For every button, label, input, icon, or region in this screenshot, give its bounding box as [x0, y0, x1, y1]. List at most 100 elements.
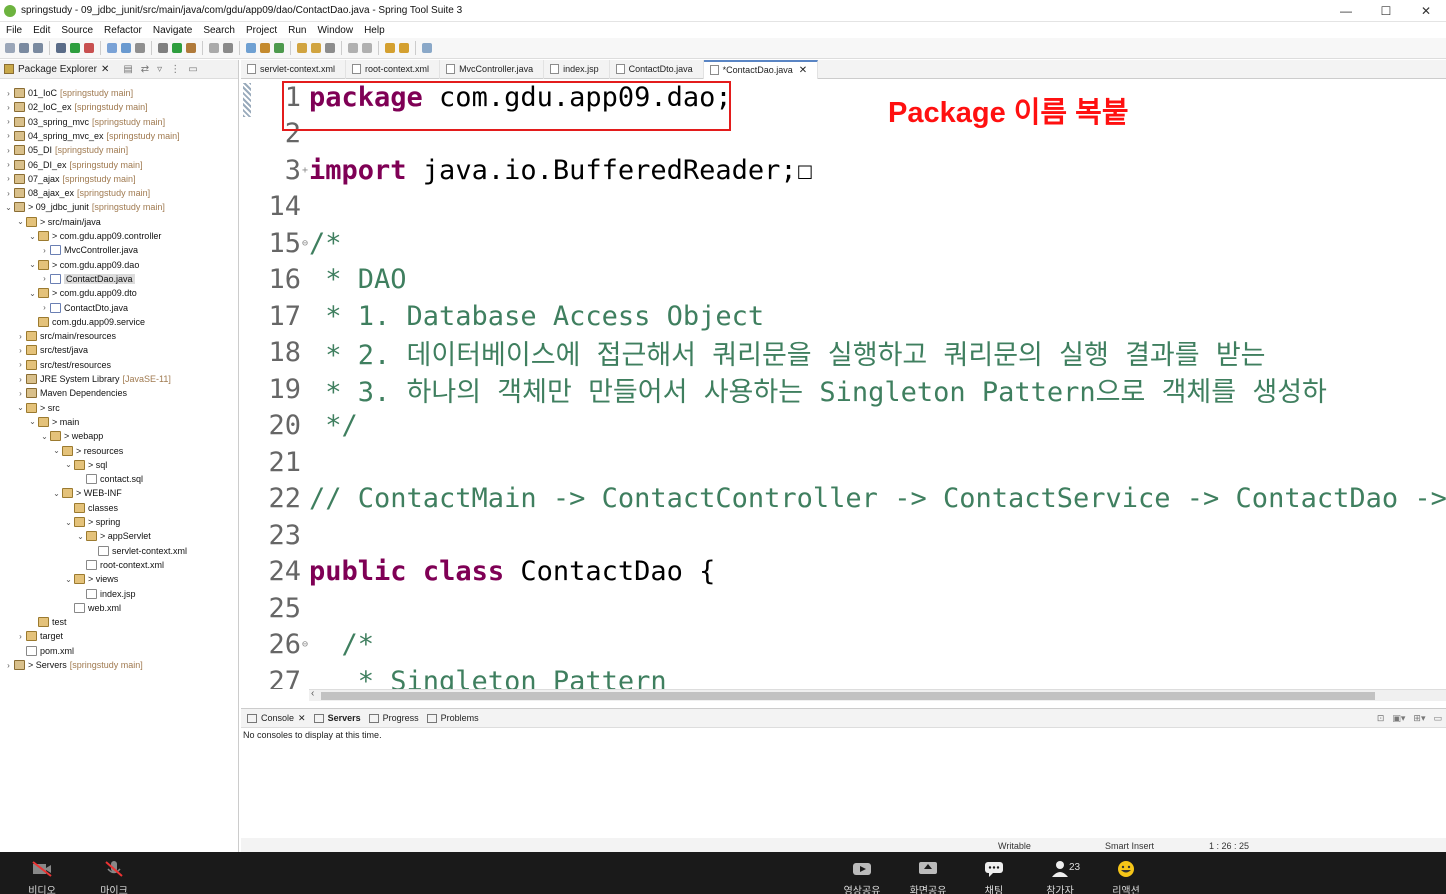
tree-item[interactable]: ⌄ > views	[64, 572, 118, 586]
collapsed-chevron-icon[interactable]: ›	[40, 303, 49, 312]
tab-progress[interactable]: Progress	[367, 713, 425, 723]
video-button[interactable]: 비디오	[12, 860, 72, 894]
tree-item[interactable]: pom.xml	[16, 644, 74, 658]
scrollbar-thumb[interactable]	[321, 692, 1375, 700]
menu-source[interactable]: Source	[55, 25, 98, 36]
expanded-chevron-icon[interactable]: ⌄	[4, 203, 13, 212]
collapsed-chevron-icon[interactable]: ›	[40, 274, 49, 283]
back-icon[interactable]	[385, 43, 395, 53]
collapsed-chevron-icon[interactable]: ›	[16, 389, 25, 398]
tree-item[interactable]: › src/test/resources	[16, 358, 111, 372]
code-editor[interactable]: 1 package com.gdu.app09.dao; 2 3 + import jav…	[241, 79, 1446, 689]
tab-index-jsp[interactable]: index.jsp	[544, 59, 610, 79]
close-button[interactable]: ✕	[1406, 4, 1446, 18]
maximize-button[interactable]: ☐	[1366, 4, 1406, 18]
display-console-icon[interactable]: ▣▾	[1392, 713, 1405, 724]
chat-button[interactable]: 채팅	[964, 860, 1024, 894]
expanded-chevron-icon[interactable]: ⌄	[28, 232, 37, 241]
prev-annotation-icon[interactable]	[362, 43, 372, 53]
new-icon[interactable]	[5, 43, 15, 53]
reaction-button[interactable]: 리액션	[1096, 860, 1156, 894]
tree-item[interactable]: ⌄ > com.gdu.app09.dao	[28, 258, 139, 272]
expanded-chevron-icon[interactable]: ⌄	[40, 432, 49, 441]
close-icon[interactable]: ✕	[101, 64, 109, 75]
collapsed-chevron-icon[interactable]: ›	[16, 375, 25, 384]
tab-root-context-xml[interactable]: root-context.xml	[346, 59, 441, 79]
collapsed-chevron-icon[interactable]: ›	[4, 174, 13, 183]
open-console-icon[interactable]: ⊞▾	[1413, 713, 1425, 724]
terminal-icon[interactable]	[56, 43, 66, 53]
tree-item[interactable]: › src/test/java	[16, 343, 88, 357]
expanded-chevron-icon[interactable]: ⌄	[64, 518, 73, 527]
tab-mvccontroller-java[interactable]: MvcController.java	[440, 59, 545, 79]
run-icon[interactable]	[172, 43, 182, 53]
debug-icon[interactable]	[158, 43, 168, 53]
new-java-project-icon[interactable]	[246, 43, 256, 53]
collapsed-chevron-icon[interactable]: ›	[4, 89, 13, 98]
menu-project[interactable]: Project	[240, 25, 282, 36]
menu-navigate[interactable]: Navigate	[147, 25, 197, 36]
show-whitespace-icon[interactable]	[135, 43, 145, 53]
menu-edit[interactable]: Edit	[27, 25, 55, 36]
forward-icon[interactable]	[399, 43, 409, 53]
collapsed-chevron-icon[interactable]: ›	[16, 332, 25, 341]
collapse-all-icon[interactable]: ▤	[123, 64, 132, 75]
tree-item[interactable]: › 03_spring_mvc [springstudy main]	[4, 115, 165, 129]
minimize-view-icon[interactable]: ▭	[1433, 713, 1442, 724]
tab-contactdto-java[interactable]: ContactDto.java	[610, 59, 704, 79]
tree-item[interactable]: index.jsp	[76, 587, 136, 601]
link-editor-icon[interactable]: ⇄	[141, 64, 149, 75]
collapsed-chevron-icon[interactable]: ›	[4, 661, 13, 670]
pin-console-icon[interactable]: ⊡	[1377, 713, 1385, 724]
tree-item[interactable]: › JRE System Library [JavaSE-11]	[16, 372, 171, 386]
collapsed-chevron-icon[interactable]: ›	[4, 131, 13, 140]
expanded-chevron-icon[interactable]: ⌄	[64, 460, 73, 469]
tree-item[interactable]: › MvcController.java	[40, 243, 138, 257]
collapsed-chevron-icon[interactable]: ›	[16, 360, 25, 369]
tree-item[interactable]: contact.sql	[76, 472, 143, 486]
tree-item[interactable]: › 05_DI [springstudy main]	[4, 143, 128, 157]
expanded-chevron-icon[interactable]: ⌄	[28, 260, 37, 269]
highlight-icon[interactable]	[121, 43, 131, 53]
tree-item[interactable]: ⌄ > src	[16, 401, 60, 415]
menu-window[interactable]: Window	[311, 25, 358, 36]
tree-item[interactable]: com.gdu.app09.service	[28, 315, 145, 329]
tree-item[interactable]: ⌄ > appServlet	[76, 529, 151, 543]
open-type-icon[interactable]	[297, 43, 307, 53]
external-tools-icon[interactable]	[186, 43, 196, 53]
collapsed-chevron-icon[interactable]: ›	[4, 117, 13, 126]
tree-item[interactable]: › 02_IoC_ex [springstudy main]	[4, 100, 148, 114]
collapsed-chevron-icon[interactable]: ›	[16, 346, 25, 355]
collapsed-chevron-icon[interactable]: ›	[40, 246, 49, 255]
tab-problems[interactable]: Problems	[425, 713, 485, 723]
share-video-button[interactable]: 영상공유	[832, 860, 892, 894]
expanded-chevron-icon[interactable]: ⌄	[76, 532, 85, 541]
tree-item[interactable]: › 01_IoC [springstudy main]	[4, 86, 133, 100]
expanded-chevron-icon[interactable]: ⌄	[64, 575, 73, 584]
tree-item[interactable]: ⌄ > resources	[52, 444, 123, 458]
expanded-chevron-icon[interactable]: ⌄	[16, 217, 25, 226]
minimize-view-icon[interactable]: ▭	[188, 64, 197, 75]
tree-item[interactable]: › ContactDto.java	[40, 301, 128, 315]
tree-item[interactable]: ⌄ > main	[28, 415, 79, 429]
tree-item[interactable]: › 07_ajax [springstudy main]	[4, 172, 136, 186]
collapsed-chevron-icon[interactable]: ›	[16, 632, 25, 641]
close-icon[interactable]: ✕	[298, 713, 306, 724]
mic-button[interactable]: 마이크	[84, 860, 144, 894]
tree-item[interactable]: ⌄ > WEB-INF	[52, 486, 122, 500]
tree-item[interactable]: › src/main/resources	[16, 329, 116, 343]
tree-item[interactable]: ⌄ > src/main/java	[16, 215, 101, 229]
tree-item[interactable]: ⌄ > spring	[64, 515, 120, 529]
menu-help[interactable]: Help	[358, 25, 390, 36]
tree-item[interactable]: › ContactDao.java	[40, 272, 135, 286]
stop-build-icon[interactable]	[209, 43, 219, 53]
collapsed-chevron-icon[interactable]: ›	[4, 103, 13, 112]
tree-item[interactable]: web.xml	[64, 601, 121, 615]
filter-icon[interactable]: ▿	[157, 64, 162, 75]
editor-horizontal-scrollbar[interactable]: ‹	[309, 688, 1446, 701]
tree-item[interactable]: classes	[64, 501, 118, 515]
tree-item[interactable]: › target	[16, 629, 63, 643]
tree-item[interactable]: › 08_ajax_ex [springstudy main]	[4, 186, 150, 200]
open-perspective-icon[interactable]	[422, 43, 432, 53]
tree-item[interactable]: ⌄ > 09_jdbc_junit [springstudy main]	[4, 200, 165, 214]
